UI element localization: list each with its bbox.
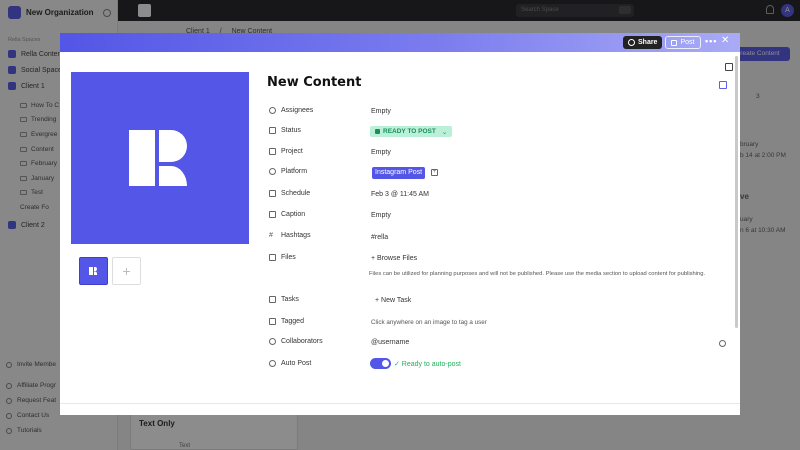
scrollbar[interactable] bbox=[735, 56, 738, 328]
prop-label: Status bbox=[281, 127, 301, 134]
tasks-icon bbox=[269, 296, 276, 303]
chevron-down-icon: ⌄ bbox=[441, 128, 448, 136]
browse-files-button[interactable]: + Browse Files bbox=[371, 255, 417, 262]
status-dot bbox=[375, 129, 380, 134]
prop-label: Platform bbox=[281, 168, 308, 175]
add-platform-icon[interactable]: + bbox=[431, 169, 438, 176]
prop-files: Files bbox=[269, 254, 296, 261]
more-options-icon[interactable]: ••• bbox=[705, 36, 717, 46]
prop-label: Auto Post bbox=[281, 360, 312, 367]
add-media-button[interactable]: + bbox=[112, 257, 141, 285]
calendar-icon bbox=[269, 190, 276, 197]
people-icon bbox=[269, 338, 276, 345]
brand-logo-icon bbox=[89, 267, 98, 275]
prop-tagged: Tagged bbox=[269, 318, 304, 325]
phone-icon bbox=[269, 360, 276, 367]
prop-tasks: Tasks bbox=[269, 296, 299, 303]
panel-toggle-icon[interactable] bbox=[725, 63, 733, 71]
media-preview[interactable] bbox=[71, 72, 249, 244]
people-icon bbox=[269, 107, 276, 114]
hashtag-icon: # bbox=[269, 232, 273, 239]
auto-post-toggle[interactable] bbox=[370, 358, 391, 369]
tag-icon bbox=[269, 318, 276, 325]
calendar-icon[interactable] bbox=[719, 81, 727, 89]
status-value: READY TO POST bbox=[383, 128, 436, 135]
share-button[interactable]: Share bbox=[623, 36, 663, 49]
info-icon[interactable] bbox=[719, 340, 726, 347]
prop-label: Schedule bbox=[281, 190, 311, 197]
content-modal: Share Post ••• ✕ + New Content Assignees… bbox=[60, 33, 740, 415]
project-value[interactable]: Empty bbox=[371, 149, 391, 156]
page-title[interactable]: New Content bbox=[267, 75, 361, 90]
prop-label: Tagged bbox=[281, 318, 304, 325]
files-hint: Files can be utilized for planning purpo… bbox=[369, 271, 706, 277]
tagged-hint: Click anywhere on an image to tag a user bbox=[371, 319, 487, 326]
prop-label: Hashtags bbox=[281, 232, 311, 239]
prop-caption: Caption bbox=[269, 211, 305, 218]
prop-hashtags: # Hashtags bbox=[269, 232, 311, 239]
share-label: Share bbox=[638, 39, 658, 46]
upload-icon bbox=[671, 39, 678, 46]
prop-assignees: Assignees bbox=[269, 107, 313, 114]
prop-project: Project bbox=[269, 148, 303, 155]
caption-icon bbox=[269, 211, 276, 218]
post-button[interactable]: Post bbox=[665, 36, 701, 49]
prop-collaborators: Collaborators bbox=[269, 338, 323, 345]
globe-icon bbox=[628, 39, 635, 46]
new-task-button[interactable]: + New Task bbox=[375, 297, 411, 304]
modal-footer-divider bbox=[60, 403, 740, 404]
caption-value[interactable]: Empty bbox=[371, 212, 391, 219]
prop-auto-post: Auto Post bbox=[269, 360, 311, 367]
collaborators-input[interactable]: @username bbox=[371, 339, 409, 346]
media-thumbnail[interactable] bbox=[79, 257, 108, 285]
modal-header: Share Post ••• ✕ bbox=[60, 33, 740, 52]
platform-icon bbox=[269, 168, 276, 175]
prop-label: Files bbox=[281, 254, 296, 261]
folder-icon bbox=[269, 148, 276, 155]
prop-label: Tasks bbox=[281, 296, 299, 303]
files-icon bbox=[269, 254, 276, 261]
prop-label: Caption bbox=[281, 211, 306, 218]
prop-label: Assignees bbox=[281, 107, 314, 114]
prop-platform: Platform bbox=[269, 168, 307, 175]
platform-badge[interactable]: Instagram Post bbox=[372, 167, 426, 179]
status-icon bbox=[269, 127, 276, 134]
prop-label: Project bbox=[281, 148, 303, 155]
assignees-value[interactable]: Empty bbox=[371, 108, 391, 115]
brand-logo-icon bbox=[129, 130, 187, 186]
schedule-value[interactable]: Feb 3 @ 11:45 AM bbox=[371, 191, 429, 198]
prop-status: Status bbox=[269, 127, 301, 134]
hashtags-value[interactable]: #rella bbox=[371, 234, 388, 241]
toggle-knob bbox=[382, 360, 389, 367]
prop-schedule: Schedule bbox=[269, 190, 310, 197]
status-badge[interactable]: READY TO POST ⌄ bbox=[370, 126, 453, 137]
close-icon[interactable]: ✕ bbox=[721, 35, 729, 46]
post-label: Post bbox=[680, 39, 695, 46]
auto-post-status: ✓ Ready to auto-post bbox=[394, 361, 461, 368]
prop-label: Collaborators bbox=[281, 338, 323, 345]
